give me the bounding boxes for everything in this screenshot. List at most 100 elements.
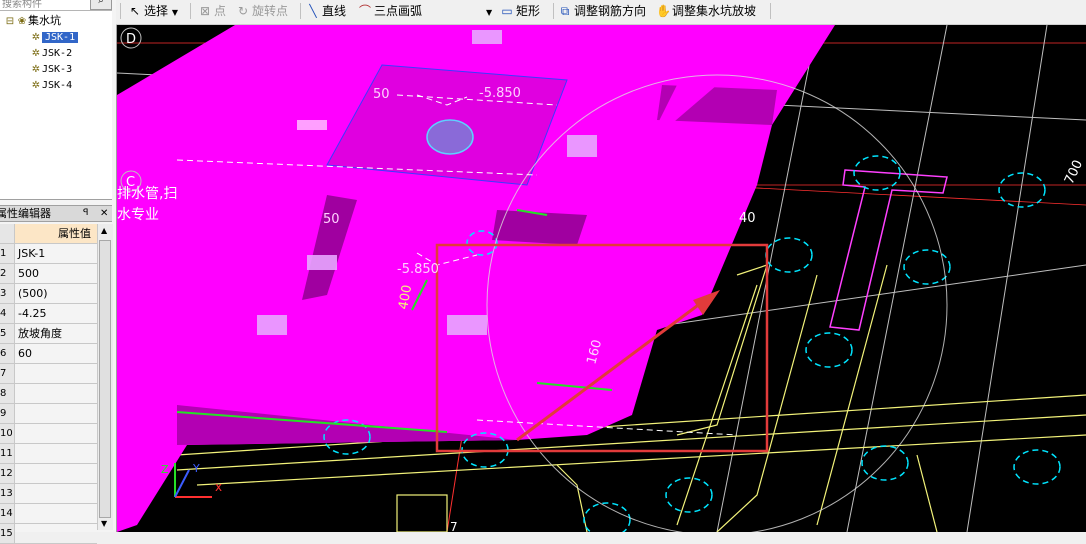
- property-value[interactable]: 放坡角度: [18, 324, 62, 343]
- dropdown-icon[interactable]: ▼: [172, 8, 178, 17]
- adjust-pit-slope-button[interactable]: ✋调整集水坑放坡: [656, 0, 756, 22]
- scroll-thumb[interactable]: [99, 240, 111, 518]
- property-row[interactable]: 15: [0, 524, 97, 544]
- property-value[interactable]: (500): [18, 284, 48, 303]
- pin-icon[interactable]: ꟼ: [83, 206, 88, 221]
- three-point-arc-button[interactable]: ⌒ 三点画弧: [358, 0, 422, 22]
- tree-root[interactable]: ⊟ ❀ 集水坑: [4, 13, 61, 28]
- property-row[interactable]: 13: [0, 484, 97, 504]
- drawing-toolbar: ↖ 选择 ▼ ⊠ 点 ↻ 旋转点 ╲ 直线 ⌒ 三点画弧 ▼ ▭ 矩形 ⧉ 调整钢筋方向 ✋调…: [116, 0, 1086, 25]
- rectangle-label: 矩形: [516, 4, 541, 18]
- property-value[interactable]: 60: [18, 344, 32, 363]
- tree-item-jsk-2[interactable]: ✲ JSK-2: [30, 45, 72, 60]
- note-water: 水专业: [117, 207, 159, 223]
- cursor-icon: ↖: [129, 4, 141, 18]
- property-row[interactable]: 3 (500): [0, 284, 97, 304]
- property-value[interactable]: JSK-1: [18, 244, 45, 263]
- cad-viewport[interactable]: x Y Z D C 7 -5.850 -5.850 700 400 160 50…: [117, 25, 1086, 532]
- left-panel: 搜索构件 ⌕ ⊟ ❀ 集水坑 ✲ JSK-1 ✲ JSK-2 ✲ JSK-3 ✲ JSK-4…: [0, 0, 117, 544]
- tree-item-jsk-3[interactable]: ✲ JSK-3: [30, 61, 72, 76]
- rebar-direction-icon: ⧉: [560, 4, 570, 18]
- property-scrollbar[interactable]: ▲ ▼: [97, 224, 113, 530]
- rotate-icon: ↻: [237, 4, 249, 18]
- component-icon: ✲: [31, 80, 41, 91]
- property-row[interactable]: 11: [0, 444, 97, 464]
- row-number: 5: [0, 324, 15, 343]
- property-row[interactable]: 6 60: [0, 344, 97, 364]
- level-text: -5.850: [479, 86, 521, 101]
- property-row[interactable]: 4 -4.25: [0, 304, 97, 324]
- collapse-icon[interactable]: ⊟: [4, 14, 16, 29]
- property-row[interactable]: 8: [0, 384, 97, 404]
- row-number: 9: [0, 404, 15, 423]
- drawing-canvas[interactable]: x Y Z D C 7 -5.850 -5.850 700 400 160 50…: [117, 25, 1086, 532]
- scroll-up-icon[interactable]: ▲: [101, 226, 107, 235]
- tree-item-label: JSK-2: [42, 48, 73, 59]
- hand-icon: ✋: [656, 4, 671, 18]
- tree-item-jsk-1[interactable]: ✲ JSK-1: [30, 29, 79, 44]
- property-row[interactable]: 14: [0, 504, 97, 524]
- tree-item-label: JSK-4: [42, 80, 73, 91]
- property-row[interactable]: 5 放坡角度: [0, 324, 97, 344]
- toolbar-separator: [553, 3, 554, 19]
- search-input[interactable]: 搜索构件: [2, 0, 42, 10]
- level-text: -5.850: [397, 262, 439, 277]
- row-number: 8: [0, 384, 15, 403]
- row-number: 7: [0, 364, 15, 383]
- arc-label: 三点画弧: [374, 4, 423, 18]
- pit-folder-icon: ❀: [17, 16, 27, 27]
- row-number: 2: [0, 264, 15, 283]
- line-icon: ╲: [309, 4, 317, 18]
- property-value[interactable]: -4.25: [18, 304, 46, 323]
- row-number: 1: [0, 244, 15, 263]
- axis-label-7: 7: [450, 520, 458, 532]
- adjust-slope-label: 调整集水坑放坡: [672, 4, 757, 18]
- rectangle-icon: ▭: [501, 4, 513, 18]
- property-grid: 属性值 1 JSK-1 2 500 3 (500) 4 -4.25 5 放坡角度 6 60 7 8 9 10 1…: [0, 224, 97, 544]
- select-button[interactable]: ↖ 选择 ▼: [128, 0, 178, 22]
- toolbar-separator: [120, 3, 121, 19]
- note-drainage: 排水管,扫: [117, 186, 177, 202]
- dim-40: 40: [739, 211, 756, 226]
- property-row[interactable]: 1 JSK-1: [0, 244, 97, 264]
- row-number: 4: [0, 304, 15, 323]
- dropdown-icon[interactable]: ▼: [486, 8, 492, 17]
- value-column-header: 属性值: [58, 227, 91, 240]
- row-number: 6: [0, 344, 15, 363]
- axis-label-d: D: [126, 32, 136, 47]
- property-editor-header: 属性编辑器 ꟼ ✕: [0, 205, 112, 222]
- property-row[interactable]: 2 500: [0, 264, 97, 284]
- component-tree: ⊟ ❀ 集水坑 ✲ JSK-1 ✲ JSK-2 ✲ JSK-3 ✲ JSK-4: [0, 11, 112, 200]
- search-icon[interactable]: ⌕: [90, 0, 112, 10]
- property-editor-title: 属性编辑器: [0, 207, 51, 220]
- row-number: 15: [0, 524, 15, 543]
- svg-text:x: x: [215, 480, 222, 494]
- component-icon: ✲: [31, 64, 41, 75]
- close-icon[interactable]: ✕: [100, 206, 108, 221]
- point-icon: ⊠: [199, 4, 211, 18]
- property-row[interactable]: 9: [0, 404, 97, 424]
- property-value[interactable]: 500: [18, 264, 39, 283]
- tree-item-label: JSK-3: [42, 64, 73, 75]
- component-icon: ✲: [31, 48, 41, 59]
- row-number: 11: [0, 444, 15, 463]
- scroll-down-icon[interactable]: ▼: [101, 519, 107, 528]
- row-header-cell: [0, 224, 15, 243]
- arc-dropdown[interactable]: ▼: [486, 0, 492, 22]
- property-row[interactable]: 7: [0, 364, 97, 384]
- dim-700: 700: [1062, 158, 1086, 187]
- adjust-rebar-direction-button[interactable]: ⧉ 调整钢筋方向: [558, 0, 646, 22]
- property-row[interactable]: 12: [0, 464, 97, 484]
- toolbar-separator: [770, 3, 771, 19]
- tree-item-jsk-4[interactable]: ✲ JSK-4: [30, 77, 72, 92]
- dim-50: 50: [373, 87, 390, 102]
- row-number: 13: [0, 484, 15, 503]
- tree-root-label: 集水坑: [28, 14, 61, 27]
- component-search[interactable]: 搜索构件 ⌕: [0, 0, 112, 11]
- line-button[interactable]: ╲ 直线: [306, 0, 346, 22]
- point-button[interactable]: ⊠ 点: [198, 0, 226, 22]
- row-number: 14: [0, 504, 15, 523]
- rotate-point-button[interactable]: ↻ 旋转点: [236, 0, 288, 22]
- rectangle-button[interactable]: ▭ 矩形: [500, 0, 540, 22]
- property-row[interactable]: 10: [0, 424, 97, 444]
